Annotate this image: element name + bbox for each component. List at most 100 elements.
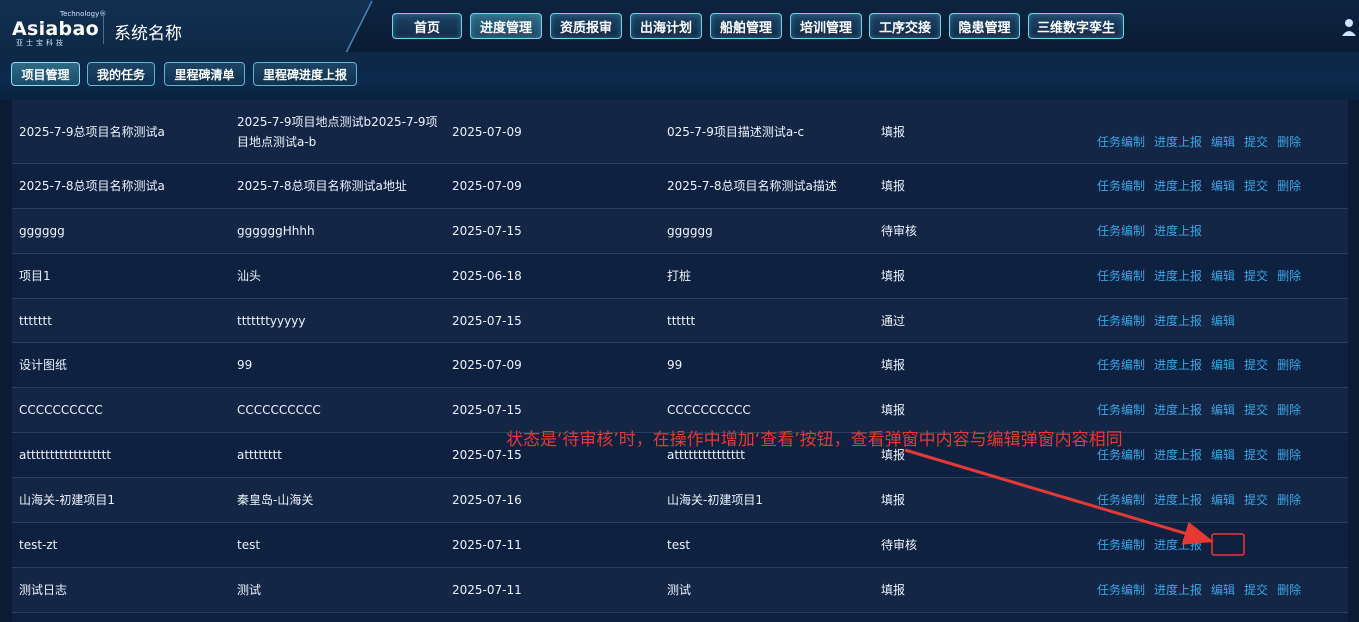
task-compile-link[interactable]: 任务编制 — [1097, 355, 1145, 375]
task-compile-link[interactable]: 任务编制 — [1097, 580, 1145, 600]
project-date-cell: 2025-07-09 — [452, 179, 522, 193]
project-date-cell: 2025-07-11 — [452, 583, 522, 597]
submit-link[interactable]: 提交 — [1244, 132, 1268, 152]
edit-link[interactable]: 编辑 — [1211, 266, 1235, 286]
progress-report-link[interactable]: 进度上报 — [1154, 490, 1202, 510]
task-compile-link[interactable]: 任务编制 — [1097, 266, 1145, 286]
progress-report-link[interactable]: 进度上报 — [1154, 132, 1202, 152]
nav-ship-management[interactable]: 船舶管理 — [710, 13, 782, 39]
project-status-cell: 待审核 — [881, 538, 918, 552]
nav-sea-plan[interactable]: 出海计划 — [630, 13, 702, 39]
delete-link[interactable]: 删除 — [1277, 580, 1301, 600]
delete-link[interactable]: 删除 — [1277, 132, 1301, 152]
project-desc-cell: 025-7-9项目描述测试a-c — [667, 125, 805, 139]
project-name-cell: 2025-7-8总项目名称测试a — [19, 179, 165, 193]
project-name-cell: ttttttt — [19, 313, 52, 328]
row-actions: 任务编制 进度上报 编辑 提交 删除 — [1097, 568, 1347, 612]
task-compile-link[interactable]: 任务编制 — [1097, 400, 1145, 420]
task-compile-link[interactable]: 任务编制 — [1097, 132, 1145, 152]
user-icon[interactable] — [1340, 16, 1358, 38]
project-status-cell: 填报 — [881, 125, 906, 139]
table-row: test-zt test 2025-07-11 test 待审核 任务编制 进度上报 — [12, 523, 1348, 568]
project-address-cell: CCCCCCCCCC — [237, 403, 321, 417]
subnav-my-tasks[interactable]: 我的任务 — [87, 62, 155, 86]
project-date-cell: 2025-07-16 — [452, 493, 522, 507]
task-compile-link[interactable]: 任务编制 — [1097, 221, 1145, 241]
progress-report-link[interactable]: 进度上报 — [1154, 445, 1202, 465]
edit-link[interactable]: 编辑 — [1211, 400, 1235, 420]
edit-link[interactable]: 编辑 — [1211, 311, 1235, 331]
edit-link[interactable]: 编辑 — [1211, 132, 1235, 152]
progress-report-link[interactable]: 进度上报 — [1154, 311, 1202, 331]
project-status-cell: 填报 — [881, 493, 906, 507]
project-address-cell: 2025-7-9项目地点测试b2025-7-9项目地点测试a-b — [237, 115, 438, 149]
nav-3d-digital-twin[interactable]: 三维数字孪生 — [1028, 13, 1124, 39]
row-actions: 任务编制 进度上报 编辑 提交 删除 — [1097, 388, 1347, 432]
nav-hazard-management[interactable]: 隐患管理 — [949, 13, 1020, 39]
edit-link[interactable]: 编辑 — [1211, 176, 1235, 196]
delete-link[interactable]: 删除 — [1277, 490, 1301, 510]
submit-link[interactable]: 提交 — [1244, 400, 1268, 420]
submit-link[interactable]: 提交 — [1244, 490, 1268, 510]
nav-training-management[interactable]: 培训管理 — [790, 13, 862, 39]
task-compile-link[interactable]: 任务编制 — [1097, 535, 1145, 555]
project-desc-cell: tttttt — [667, 313, 696, 328]
submit-link[interactable]: 提交 — [1244, 580, 1268, 600]
row-actions: 任务编制 进度上报 编辑 提交 删除 — [1097, 478, 1347, 522]
submit-link[interactable]: 提交 — [1244, 355, 1268, 375]
app-title: 系统名称 — [114, 24, 182, 44]
project-address-cell: ggggggHhhh — [237, 224, 315, 238]
task-compile-link[interactable]: 任务编制 — [1097, 490, 1145, 510]
table-row: 项目1 汕头 2025-06-18 打桩 填报 任务编制 进度上报 编辑 提交 删除 — [12, 254, 1348, 299]
progress-report-link[interactable]: 进度上报 — [1154, 266, 1202, 286]
project-name-cell: 山海关-初建项目1 — [19, 493, 115, 507]
row-actions: 任务编制 进度上报 编辑 提交 删除 — [1097, 100, 1347, 173]
table-row: 2025-7-8总项目名称测试a 2025-7-8总项目名称测试a地址 2025-0… — [12, 164, 1348, 209]
project-name-cell: CCCCCCCCCC — [19, 403, 103, 417]
delete-link[interactable]: 删除 — [1277, 445, 1301, 465]
edit-link[interactable]: 编辑 — [1211, 580, 1235, 600]
edit-link[interactable]: 编辑 — [1211, 445, 1235, 465]
project-date-cell: 2025-07-15 — [452, 224, 522, 238]
submit-link[interactable]: 提交 — [1244, 266, 1268, 286]
edit-link[interactable]: 编辑 — [1211, 490, 1235, 510]
project-address-cell: atttttttt — [237, 448, 282, 462]
task-compile-link[interactable]: 任务编制 — [1097, 311, 1145, 331]
nav-qualification-review[interactable]: 资质报审 — [550, 13, 622, 39]
progress-report-link[interactable]: 进度上报 — [1154, 355, 1202, 375]
submit-link[interactable]: 提交 — [1244, 176, 1268, 196]
company-logo: Technology® Asiabao 亚士宝科技 — [12, 10, 106, 47]
row-actions: 任务编制 进度上报 — [1097, 209, 1347, 253]
progress-report-link[interactable]: 进度上报 — [1154, 400, 1202, 420]
nav-process-handover[interactable]: 工序交接 — [869, 13, 941, 39]
project-name-cell: 项目1 — [19, 269, 51, 283]
subnav-milestone-list[interactable]: 里程碑清单 — [164, 62, 245, 86]
progress-report-link[interactable]: 进度上报 — [1154, 580, 1202, 600]
project-date-cell: 2025-07-11 — [452, 538, 522, 552]
logo-main-text: Asiabao — [12, 18, 99, 40]
delete-link[interactable]: 删除 — [1277, 355, 1301, 375]
nav-home[interactable]: 首页 — [392, 13, 462, 39]
row-actions: 任务编制 进度上报 编辑 提交 删除 — [1097, 254, 1347, 298]
nav-progress-management[interactable]: 进度管理 — [470, 13, 542, 39]
delete-link[interactable]: 删除 — [1277, 176, 1301, 196]
project-desc-cell: 99 — [667, 358, 683, 372]
project-name-cell: 测试日志 — [19, 583, 68, 597]
delete-link[interactable]: 删除 — [1277, 400, 1301, 420]
subnav-milestone-progress-report[interactable]: 里程碑进度上报 — [253, 62, 357, 86]
project-status-cell: 通过 — [881, 313, 906, 328]
project-name-cell: atttttttttttttttttt — [19, 448, 112, 462]
project-date-cell: 2025-07-15 — [452, 313, 522, 328]
task-compile-link[interactable]: 任务编制 — [1097, 176, 1145, 196]
project-name-cell: 2025-7-9总项目名称测试a — [19, 125, 165, 139]
progress-report-link[interactable]: 进度上报 — [1154, 221, 1202, 241]
edit-link[interactable]: 编辑 — [1211, 355, 1235, 375]
submit-link[interactable]: 提交 — [1244, 445, 1268, 465]
progress-report-link[interactable]: 进度上报 — [1154, 535, 1202, 555]
delete-link[interactable]: 删除 — [1277, 266, 1301, 286]
progress-report-link[interactable]: 进度上报 — [1154, 176, 1202, 196]
project-status-cell: 填报 — [881, 269, 906, 283]
subnav-project-management[interactable]: 项目管理 — [11, 62, 80, 86]
project-address-cell: 2025-7-8总项目名称测试a地址 — [237, 179, 407, 193]
table-row: 山海关-初建项目1 秦皇岛-山海关 2025-07-16 山海关-初建项目1 填报 任务编… — [12, 478, 1348, 523]
